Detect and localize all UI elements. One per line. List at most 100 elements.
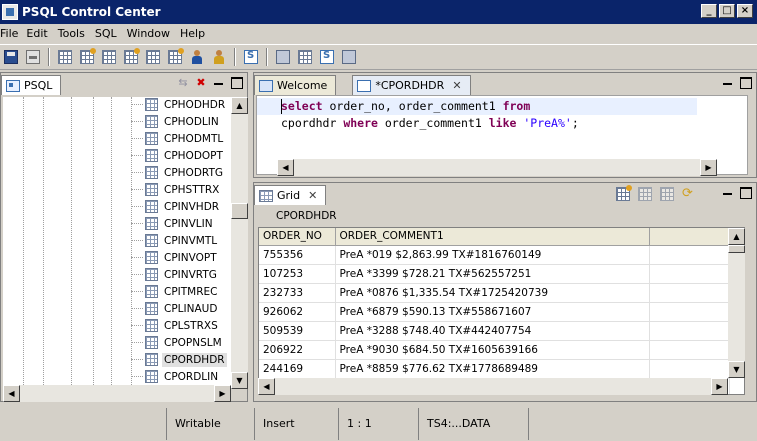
- minimize-editor-icon[interactable]: [722, 77, 734, 89]
- minimize-panel-icon[interactable]: [213, 77, 225, 89]
- add-row-icon[interactable]: [616, 185, 632, 201]
- cell-order-no[interactable]: 244169: [259, 359, 336, 379]
- cell-order-no[interactable]: 926062: [259, 302, 336, 322]
- new-table-button[interactable]: [54, 46, 76, 68]
- tree-item[interactable]: CPITMREC: [131, 283, 220, 300]
- maximize-editor-icon[interactable]: [740, 77, 752, 89]
- tab-welcome[interactable]: Welcome: [254, 75, 337, 95]
- table-row[interactable]: 509539 PreA *3288 $748.40 TX#442407754: [259, 321, 730, 341]
- menu-tools[interactable]: Tools: [58, 27, 95, 40]
- scroll-down-arrow[interactable]: ▼: [231, 372, 248, 389]
- table-import-button[interactable]: [164, 46, 186, 68]
- tree-item[interactable]: CPHODRTG: [131, 164, 225, 181]
- scroll-down-arrow[interactable]: ▼: [728, 361, 745, 378]
- cell-order-no[interactable]: 509539: [259, 321, 336, 341]
- scroll-right-arrow[interactable]: ▶: [700, 159, 717, 176]
- export-button[interactable]: [294, 46, 316, 68]
- close-button[interactable]: ×: [737, 4, 753, 18]
- windows-button[interactable]: [338, 46, 360, 68]
- minimize-button[interactable]: _: [701, 4, 717, 18]
- cell-order-no[interactable]: 107253: [259, 264, 336, 284]
- maximize-button[interactable]: □: [719, 4, 735, 18]
- column-header-order-no[interactable]: ORDER_NO: [259, 228, 336, 246]
- tree-item[interactable]: CPHODMTL: [131, 130, 225, 147]
- sync-icon[interactable]: ⇆: [177, 77, 189, 89]
- menu-help[interactable]: Help: [180, 27, 211, 40]
- scroll-left-arrow[interactable]: ◀: [277, 159, 294, 176]
- tree-item[interactable]: CPOPNSLM: [131, 334, 224, 351]
- tree-item[interactable]: CPLSTRXS: [131, 317, 220, 334]
- group-button[interactable]: [208, 46, 230, 68]
- grid-horizontal-scrollbar[interactable]: ◀ ▶: [258, 378, 728, 395]
- close-tab-icon[interactable]: ✕: [452, 79, 461, 92]
- sql-code[interactable]: select order_no, order_comment1 from cpo…: [281, 98, 579, 132]
- grid-vertical-scrollbar[interactable]: ▲ ▼: [728, 228, 745, 378]
- tree-vertical-scrollbar[interactable]: ▲ ▼: [231, 97, 248, 389]
- cell-order-no[interactable]: 206922: [259, 340, 336, 360]
- scroll-right-arrow[interactable]: ▶: [214, 385, 231, 402]
- scroll-left-arrow[interactable]: ◀: [3, 385, 20, 402]
- scroll-thumb[interactable]: [231, 203, 248, 219]
- table-edit-button[interactable]: [142, 46, 164, 68]
- cell-order-no[interactable]: 755356: [259, 245, 336, 265]
- sql-document-button[interactable]: [240, 46, 262, 68]
- tab-grid[interactable]: Grid ✕: [254, 185, 327, 205]
- table-row[interactable]: 755356 PreA *019 $2,863.99 TX#1816760149: [259, 245, 730, 265]
- tree-item[interactable]: CPHODHDR: [131, 97, 227, 113]
- cell-order-comment1[interactable]: PreA *6879 $590.13 TX#558671607: [335, 302, 650, 322]
- table-row[interactable]: 926062 PreA *6879 $590.13 TX#558671607: [259, 302, 730, 322]
- tree-item[interactable]: CPINVMTL: [131, 232, 219, 249]
- cell-order-no[interactable]: 232733: [259, 283, 336, 303]
- tree-item[interactable]: CPHSTTRX: [131, 181, 221, 198]
- tree-item[interactable]: CPINVLIN: [131, 215, 215, 232]
- tree-item[interactable]: CPHODLIN: [131, 113, 221, 130]
- add-table-button[interactable]: [76, 46, 98, 68]
- cell-order-comment1[interactable]: PreA *019 $2,863.99 TX#1816760149: [335, 245, 650, 265]
- maximize-grid-icon[interactable]: [740, 187, 752, 199]
- table-props-button[interactable]: [98, 46, 120, 68]
- table-row[interactable]: 232733 PreA *0876 $1,335.54 TX#1725420739: [259, 283, 730, 303]
- scroll-up-arrow[interactable]: ▲: [231, 97, 248, 114]
- tree-item[interactable]: CPORDLIN: [131, 368, 220, 385]
- menu-window[interactable]: Window: [127, 27, 180, 40]
- tree-item[interactable]: CPLINAUD: [131, 300, 219, 317]
- refresh-icon[interactable]: ⟳: [682, 187, 696, 201]
- cell-order-comment1[interactable]: PreA *3288 $748.40 TX#442407754: [335, 321, 650, 341]
- copy-database-button[interactable]: [272, 46, 294, 68]
- table-row[interactable]: 206922 PreA *9030 $684.50 TX#1605639166: [259, 340, 730, 360]
- table-key-button[interactable]: [120, 46, 142, 68]
- user-button[interactable]: [186, 46, 208, 68]
- tree-item[interactable]: CPORDHDR: [131, 351, 227, 368]
- cell-order-comment1[interactable]: PreA *9030 $684.50 TX#1605639166: [335, 340, 650, 360]
- minimize-grid-icon[interactable]: [722, 187, 734, 199]
- edit-row-icon[interactable]: [638, 187, 652, 201]
- scroll-right-arrow[interactable]: ▶: [711, 378, 728, 395]
- tree-item[interactable]: CPHODOPT: [131, 147, 225, 164]
- tab-psql[interactable]: PSQL: [1, 75, 62, 95]
- menu-sql[interactable]: SQL: [95, 27, 127, 40]
- save-button[interactable]: [0, 46, 22, 68]
- scroll-left-arrow[interactable]: ◀: [258, 378, 275, 395]
- maximize-panel-icon[interactable]: [231, 77, 243, 89]
- print-button[interactable]: [22, 46, 44, 68]
- tree-item[interactable]: CPINVHDR: [131, 198, 221, 215]
- delete-icon[interactable]: ✖: [195, 77, 207, 89]
- tree-item[interactable]: CPINVRTG: [131, 266, 219, 283]
- cell-order-comment1[interactable]: PreA *3399 $728.21 TX#562557251: [335, 264, 650, 284]
- menu-file[interactable]: File: [0, 27, 26, 40]
- sql-editor[interactable]: select order_no, order_comment1 from cpo…: [256, 95, 748, 176]
- tree-item[interactable]: CPINVOPT: [131, 249, 219, 266]
- report-button[interactable]: [316, 46, 338, 68]
- column-header-order-comment1[interactable]: ORDER_COMMENT1: [335, 228, 650, 246]
- tree-horizontal-scrollbar[interactable]: ◀ ▶: [3, 385, 231, 402]
- table-row[interactable]: 244169 PreA *8859 $776.62 TX#1778689489: [259, 359, 730, 379]
- scroll-thumb[interactable]: [728, 245, 745, 253]
- cell-order-comment1[interactable]: PreA *8859 $776.62 TX#1778689489: [335, 359, 650, 379]
- table-row[interactable]: 107253 PreA *3399 $728.21 TX#562557251: [259, 264, 730, 284]
- editor-horizontal-scrollbar[interactable]: ◀ ▶: [277, 159, 717, 176]
- close-grid-tab-icon[interactable]: ✕: [308, 189, 317, 202]
- scroll-up-arrow[interactable]: ▲: [728, 228, 745, 245]
- menu-edit[interactable]: Edit: [26, 27, 57, 40]
- delete-row-icon[interactable]: [660, 187, 674, 201]
- cell-order-comment1[interactable]: PreA *0876 $1,335.54 TX#1725420739: [335, 283, 650, 303]
